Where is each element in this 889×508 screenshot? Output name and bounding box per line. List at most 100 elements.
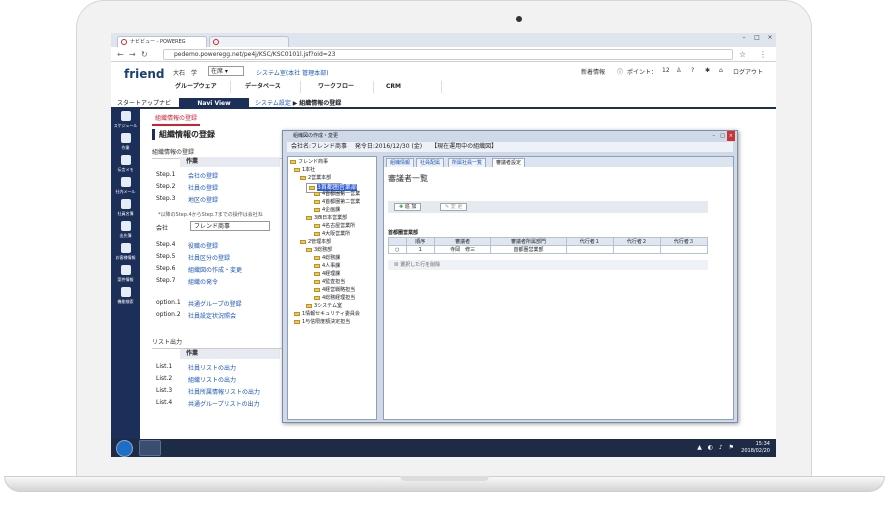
browser-tab-2[interactable] — [209, 36, 289, 47]
url-input[interactable]: pedemo.poweregg.net/pe4j/KSC/KSC0101l.js… — [163, 49, 733, 60]
logout-link[interactable]: ログアウト — [733, 67, 763, 76]
chrome-taskbar-icon[interactable] — [139, 440, 161, 456]
tree-node[interactable]: 4首都圏第一営業 — [314, 191, 360, 198]
user-icon[interactable]: ♙ — [676, 67, 681, 74]
tree-node[interactable]: 3システム室 — [306, 303, 342, 310]
gear-icon[interactable]: ✱ — [705, 67, 710, 74]
browser-tab[interactable]: ナビビュー - POWEREG — [117, 36, 207, 47]
bookmark-star-icon[interactable]: ☆ — [739, 50, 746, 59]
list-link[interactable]: 組織リストの出力 — [188, 375, 236, 384]
sidebar-item-schedule[interactable]: スケジュール — [111, 109, 140, 131]
delete-selected[interactable]: ☒ 選択した行を削除 — [388, 260, 708, 270]
tree-node[interactable]: 4経理課 — [314, 271, 340, 278]
mail-icon — [120, 177, 131, 187]
row-radio[interactable]: ○ — [388, 245, 407, 254]
sidebar-item-task[interactable]: 作業 — [111, 131, 140, 153]
approver-table: 順序 審議者 審議者所属部門 代行者１ 代行者２ 代行者３ ○ 1 寺岡 修三 首都圏営業部 — [388, 237, 709, 254]
col-task: 作業 — [180, 157, 280, 167]
board-icon — [120, 221, 131, 231]
step-row: Step.3 地区の登録 — [156, 195, 219, 204]
tree-node[interactable]: 4大阪営業所 — [314, 231, 350, 238]
folder-icon — [306, 247, 312, 252]
menu-groupware[interactable]: グループウェア — [173, 81, 231, 93]
plus-icon: ✚ — [399, 204, 404, 210]
back-icon[interactable]: ← — [117, 50, 124, 59]
minimize-icon[interactable]: – — [738, 33, 750, 42]
menu-icon[interactable]: ⋮ — [759, 50, 767, 59]
tree-node[interactable]: 4名古屋営業所 — [314, 223, 355, 230]
tree-node[interactable]: 4経営戦略担当 — [314, 287, 355, 294]
add-button[interactable]: ✚ 追 加 — [394, 203, 422, 211]
sidebar-item-memo[interactable]: 伝言メモ — [111, 153, 140, 175]
navi-view-tab[interactable]: Navi View — [179, 98, 249, 109]
sidebar-item-whereabouts[interactable]: 出先簿 — [111, 219, 140, 241]
status-select[interactable]: 在席 ▾ — [208, 66, 244, 76]
tab-org-info[interactable]: 組織情報 — [386, 158, 415, 167]
new-info[interactable]: 新着情報 — [581, 67, 605, 76]
menu-workflow[interactable]: ワークフロー — [316, 81, 374, 93]
sidebar-item-mail[interactable]: 社内メール — [111, 175, 140, 197]
breadcrumb-link[interactable]: システム設定 — [255, 100, 291, 107]
tree-node[interactable]: 2管理本部 — [300, 239, 331, 246]
tree-node[interactable]: 4総務経理担当 — [314, 295, 355, 302]
tree-node[interactable]: 4総務課 — [314, 255, 340, 262]
close-icon[interactable]: × — [764, 33, 776, 42]
sidebar-item-customer[interactable]: お客様情報 — [111, 241, 140, 263]
step-link[interactable]: 組織図の作成・変更 — [188, 265, 242, 274]
help-icon[interactable]: ? — [691, 67, 694, 74]
tree-node[interactable]: 4監査担当 — [314, 279, 345, 286]
tree-node[interactable]: 4企画課 — [314, 207, 340, 214]
tab-staff-assign[interactable]: 社員配属 — [416, 158, 445, 167]
tree-node[interactable]: 4人事課 — [314, 263, 340, 270]
button-bar: ✚ 追 加 ✎ 変 更 — [388, 201, 708, 213]
list-link[interactable]: 共通グループリストの出力 — [188, 399, 260, 408]
step-link[interactable]: 組織の発令 — [188, 277, 218, 286]
company-field[interactable]: フレンド商事 — [190, 221, 270, 231]
change-button[interactable]: ✎ 変 更 — [440, 203, 468, 211]
menu-crm[interactable]: CRM — [384, 81, 442, 93]
option-link[interactable]: 社員設定状況照会 — [188, 311, 236, 320]
windows-start-icon[interactable] — [116, 440, 133, 457]
tree-node[interactable]: 3西日本営業部 — [306, 215, 347, 222]
step-link[interactable]: 会社の登録 — [188, 171, 218, 180]
sidebar-item-deal[interactable]: 案件情報 — [111, 263, 140, 285]
tree-node[interactable]: 1本社 — [294, 167, 315, 174]
sidebar-item-function-search[interactable]: 機能検索 — [111, 285, 140, 307]
tab-member-list[interactable]: 所属社員一覧 — [448, 158, 487, 167]
content-tab[interactable]: 組織情報の登録 — [152, 113, 201, 126]
startup-navi[interactable]: スタートアップナビ — [111, 98, 179, 109]
step-link[interactable]: 役職の登録 — [188, 241, 218, 250]
points-value[interactable]: 12 — [662, 67, 670, 74]
sidebar-item-directory[interactable]: 社員名簿 — [111, 197, 140, 219]
option-row: option.1 共通グループの登録 — [156, 299, 242, 308]
list-link[interactable]: 社員リストの出力 — [188, 363, 236, 372]
step-link[interactable]: 社員の登録 — [188, 183, 218, 192]
minimize-icon[interactable]: – — [713, 131, 716, 141]
option-link[interactable]: 共通グループの登録 — [188, 299, 242, 308]
step-link[interactable]: 社員区分の登録 — [188, 253, 230, 262]
folder-icon — [314, 263, 320, 268]
folder-icon — [300, 175, 306, 180]
table-row[interactable]: ○ 1 寺岡 修三 首都圏営業部 — [388, 245, 709, 254]
forward-icon[interactable]: → — [129, 50, 136, 59]
tree-node[interactable]: 2営業本部 — [300, 175, 331, 182]
folder-icon — [314, 231, 320, 236]
clock: 15:34 2018/02/20 — [741, 441, 770, 454]
list-link[interactable]: 社員所属情報リストの出力 — [188, 387, 260, 396]
menu-database[interactable]: データベース — [243, 81, 301, 93]
tree-node[interactable]: 1情報セキュリティ委員会 — [294, 311, 360, 318]
step-link[interactable]: 地区の登録 — [188, 195, 218, 204]
reload-icon[interactable]: ↻ — [141, 50, 148, 59]
tree-node[interactable]: 1与信限度額決定担当 — [294, 319, 350, 326]
maximize-icon[interactable]: □ — [751, 33, 763, 42]
tree-node[interactable]: フレンド商事 — [290, 159, 328, 166]
folder-icon — [294, 167, 300, 172]
tab-approver-setting[interactable]: 審議者設定 — [492, 158, 526, 167]
tree-node[interactable]: 3総務部 — [306, 247, 332, 254]
tree-node[interactable]: 4首都圏第二営業 — [314, 199, 360, 206]
close-icon[interactable]: × — [726, 131, 735, 141]
maximize-icon[interactable]: □ — [720, 131, 725, 141]
home-icon[interactable]: ⌂ — [719, 67, 723, 74]
dept-link[interactable]: システム室(本社 管理本部) — [256, 68, 328, 77]
info-icon: ⓘ — [617, 69, 624, 76]
